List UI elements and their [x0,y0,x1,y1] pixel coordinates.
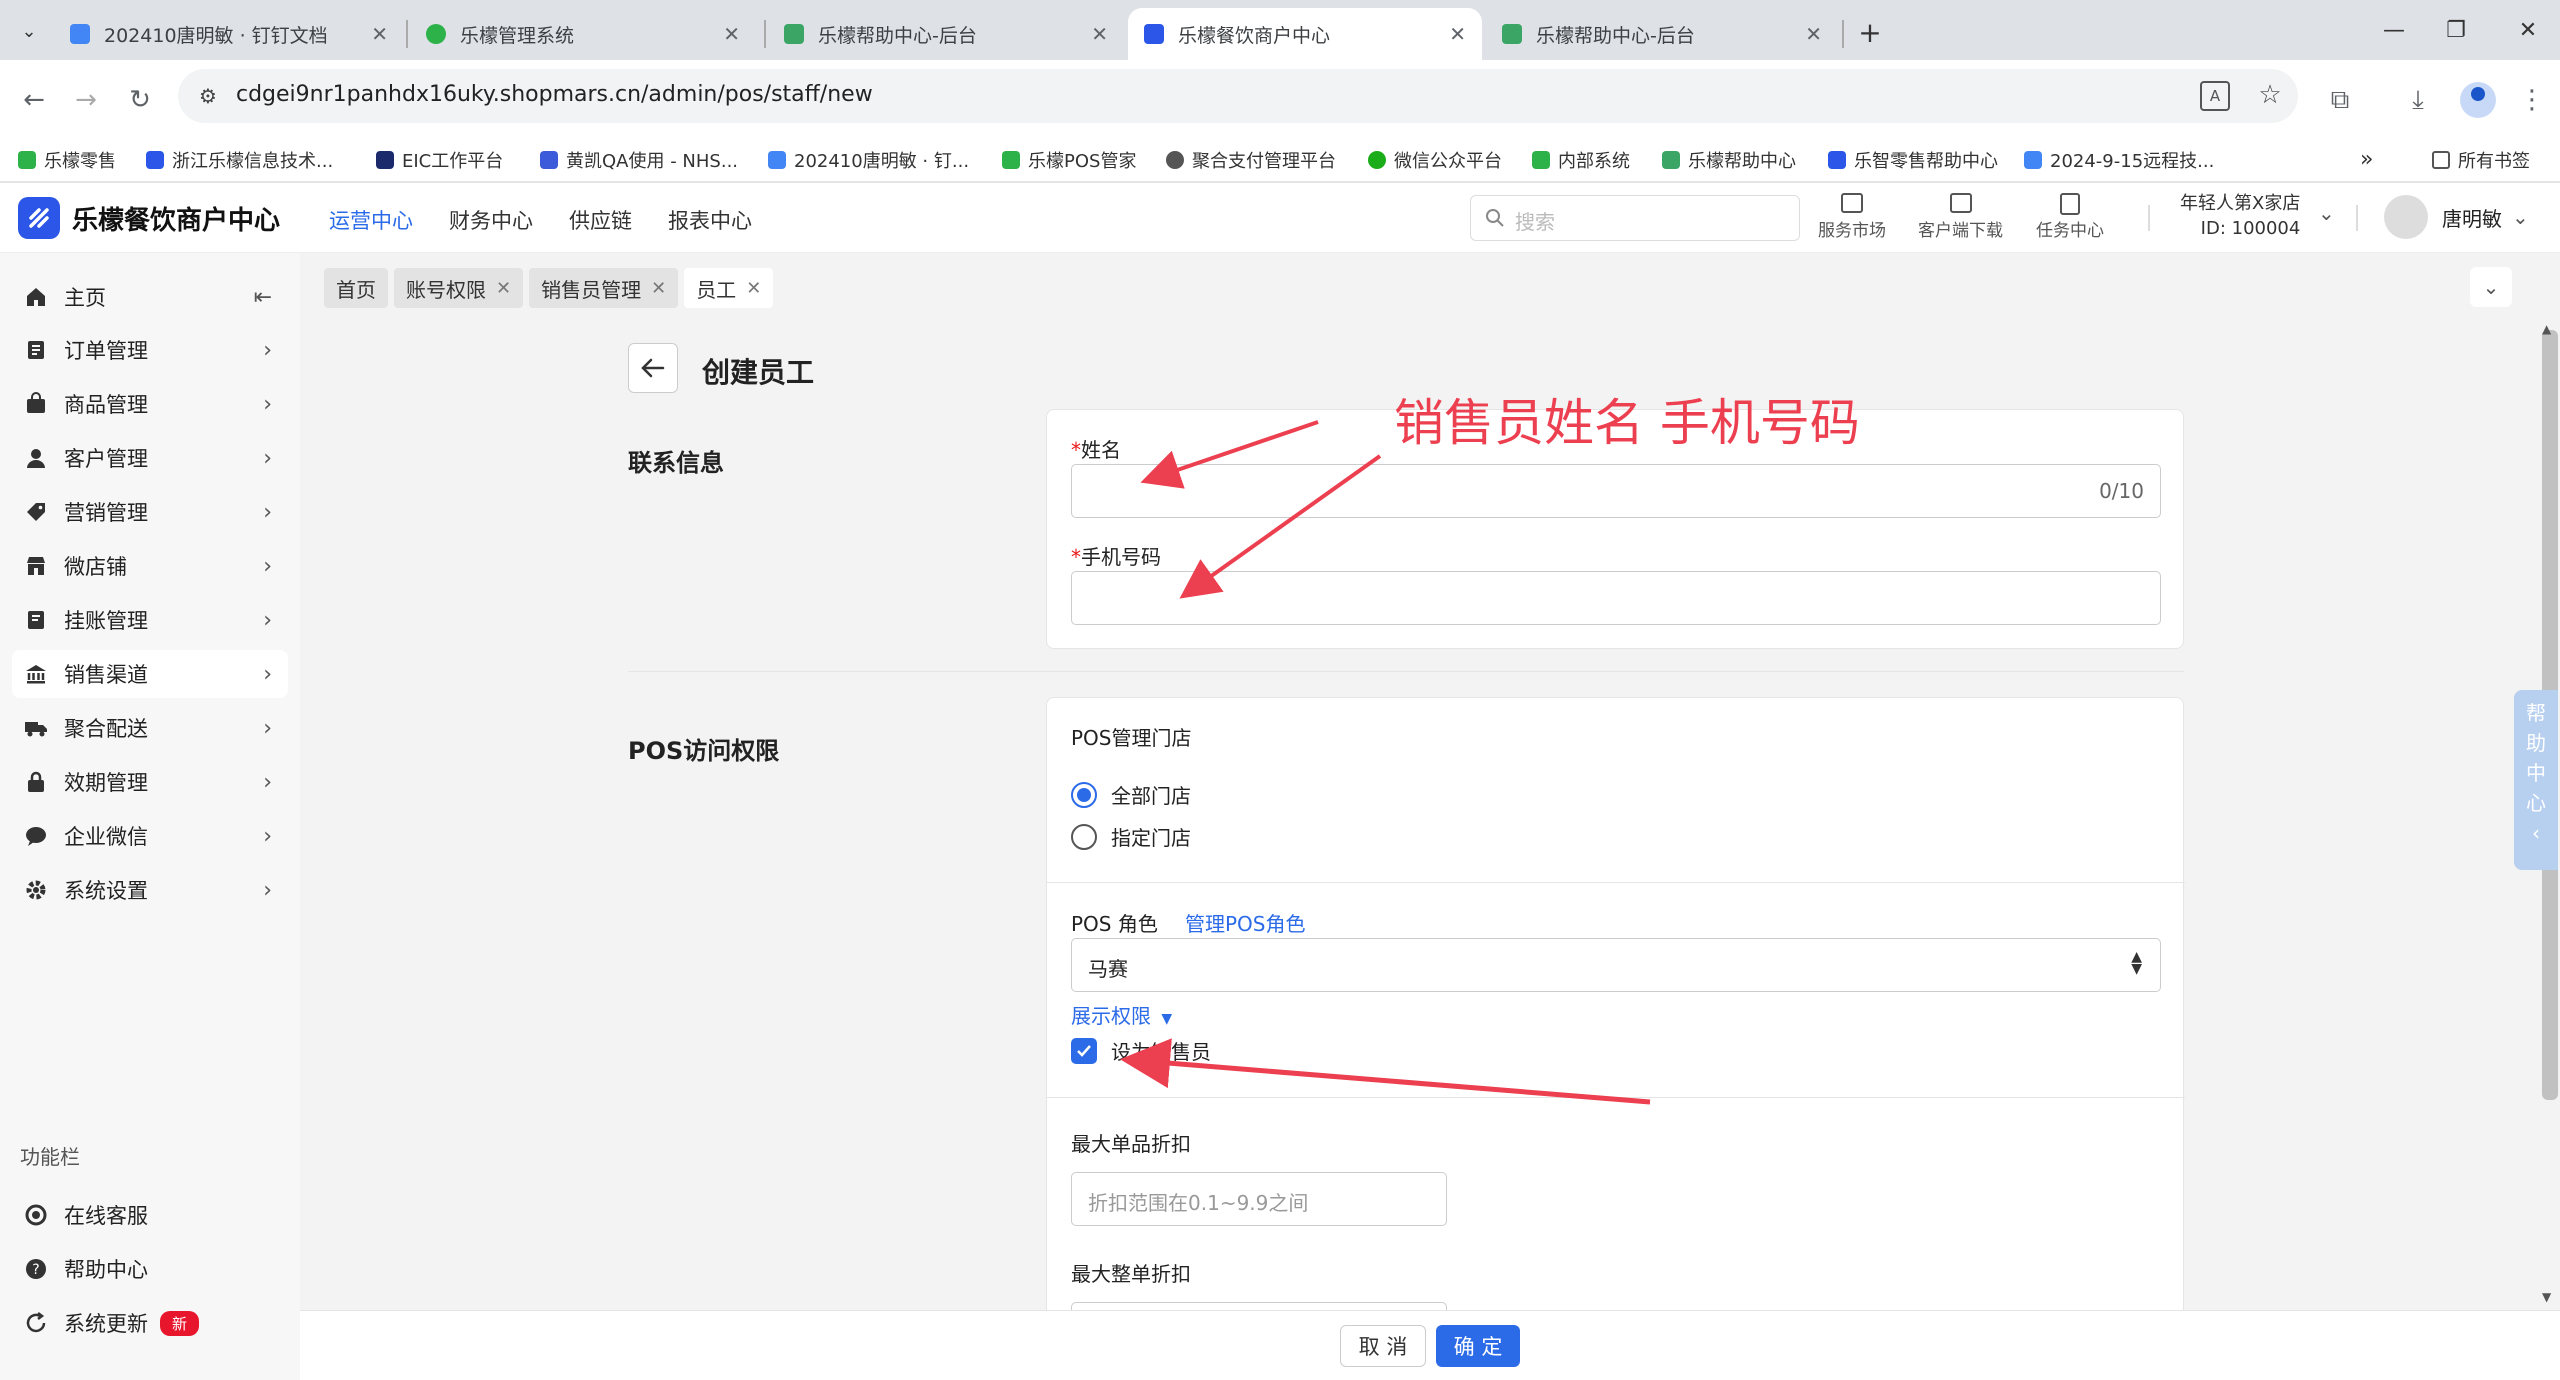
annotation-arrows [1120,420,1651,1105]
